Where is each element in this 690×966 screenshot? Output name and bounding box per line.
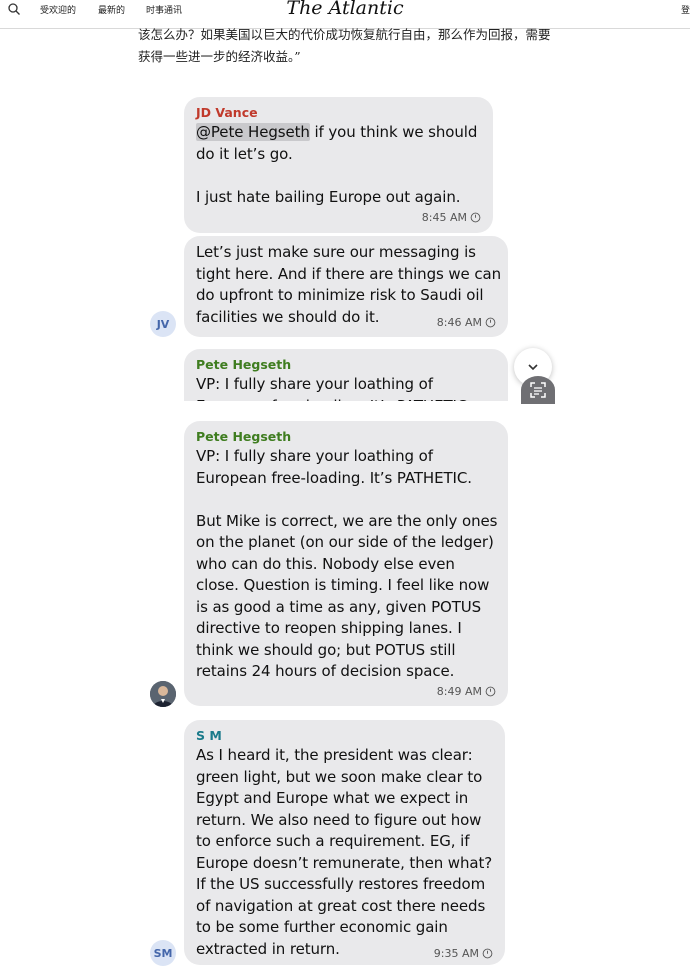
message-bubble: JD Vance @Pete Hegseth if you think we s… <box>184 97 493 233</box>
article-paragraph: 该怎么办？如果美国以巨大的代价成功恢复航行自由，那么作为回报，需要获得一些进一步… <box>138 27 551 64</box>
message-bubble: S M As I heard it, the president was cle… <box>184 720 505 965</box>
message-bubble: Let’s just make sure our messaging is ti… <box>184 236 508 337</box>
avatar[interactable]: SM <box>150 940 176 966</box>
message-text: As I heard it, the president was clear: … <box>196 746 493 958</box>
clock-icon <box>470 212 481 223</box>
chevron-down-icon <box>528 364 538 371</box>
message-bubble: Pete Hegseth VP: I fully share your loat… <box>184 349 508 401</box>
clock-icon <box>485 686 496 697</box>
scan-text-button[interactable] <box>521 376 555 404</box>
message-timestamp: 9:35 AM <box>434 947 493 960</box>
message-text: @Pete Hegseth if you think we should do … <box>196 123 478 206</box>
sender-name: JD Vance <box>196 105 258 120</box>
message-text: VP: I fully share your loathing of Europ… <box>196 375 472 401</box>
brand-logo[interactable]: The Atlantic <box>0 0 690 19</box>
scan-text-icon <box>530 382 546 398</box>
avatar[interactable] <box>150 681 176 707</box>
avatar[interactable]: JV <box>150 311 176 337</box>
message-bubble: Pete Hegseth VP: I fully share your loat… <box>184 421 508 706</box>
message-text: VP: I fully share your loathing of Europ… <box>196 447 498 680</box>
profile-photo <box>150 681 176 707</box>
nav-link-login[interactable]: 登 <box>681 3 690 16</box>
clock-icon <box>485 317 496 328</box>
message-timestamp: 8:46 AM <box>437 316 496 329</box>
mention-tag[interactable]: @Pete Hegseth <box>196 123 310 141</box>
message-timestamp: 8:49 AM <box>437 685 496 698</box>
clipped-message: Pete Hegseth VP: I fully share your loat… <box>184 349 510 401</box>
sender-name: Pete Hegseth <box>196 357 292 372</box>
sender-name: Pete Hegseth <box>196 429 292 444</box>
sender-name: S M <box>196 728 222 743</box>
clock-icon <box>482 948 493 959</box>
message-timestamp: 8:45 AM <box>422 211 481 224</box>
